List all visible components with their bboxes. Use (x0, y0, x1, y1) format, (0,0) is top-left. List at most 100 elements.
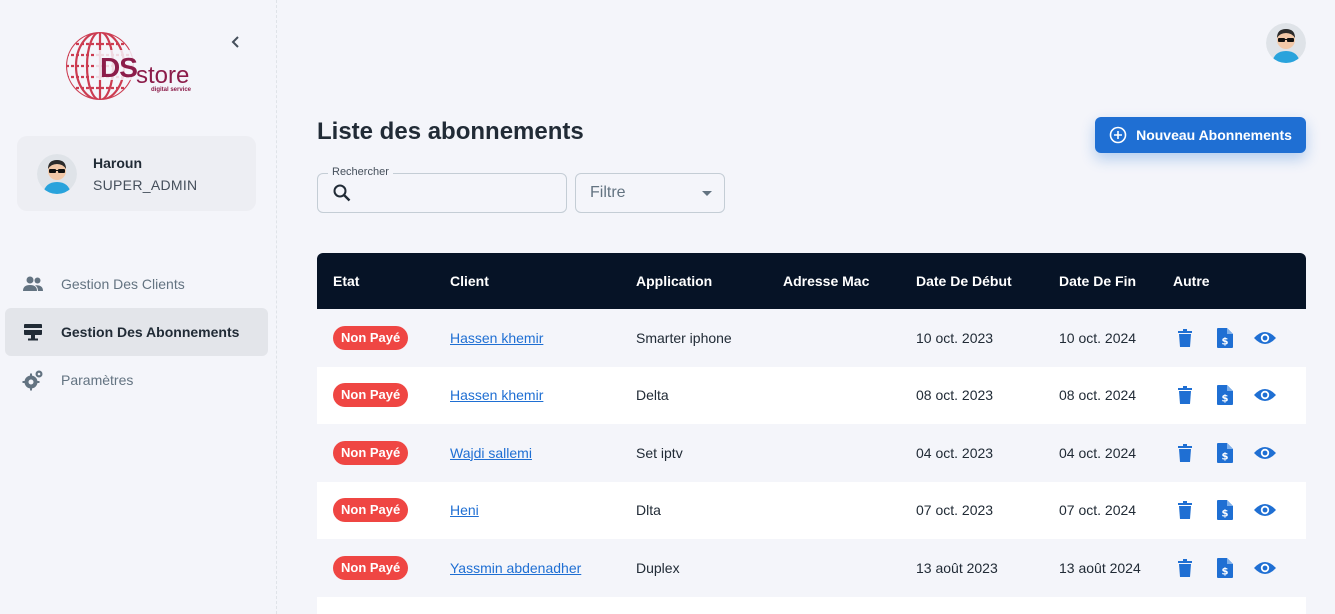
view-button[interactable] (1253, 556, 1277, 580)
table-header-row: Etat Client Application Adresse Mac Date… (317, 253, 1306, 309)
start-date-cell: 08 oct. 2023 (916, 387, 994, 404)
user-name: Haroun (93, 155, 142, 171)
gear-icon (21, 368, 45, 392)
invoice-button[interactable]: $ (1213, 326, 1237, 350)
account-avatar[interactable] (1266, 23, 1306, 63)
view-button[interactable] (1253, 326, 1277, 350)
end-date-cell: 13 août 2024 (1059, 559, 1141, 576)
avatar-icon (37, 154, 77, 194)
mac-cell (783, 367, 916, 425)
status-badge: Non Payé (333, 440, 409, 465)
column-header-etat[interactable]: Etat (317, 253, 450, 309)
column-header-actions: Autre (1173, 273, 1210, 289)
delete-button[interactable] (1173, 326, 1197, 350)
sidebar-item-clients[interactable]: Gestion Des Clients (5, 260, 268, 308)
chevron-left-icon (231, 36, 239, 48)
search-icon (333, 184, 351, 202)
client-link[interactable]: Yassmin abdenadher (450, 560, 581, 576)
column-header-client[interactable]: Client (450, 253, 636, 309)
client-link[interactable]: Hassen khemir (450, 387, 543, 403)
client-link[interactable]: Heni (450, 502, 479, 518)
sidebar-nav: Gestion Des Clients Gestion Des Abonneme… (5, 260, 268, 404)
svg-text:$: $ (1222, 509, 1229, 520)
client-link[interactable]: Hassen khemir (450, 330, 543, 346)
trash-icon (1178, 501, 1192, 520)
invoice-icon: $ (1217, 385, 1233, 406)
client-link[interactable]: Wajdi sallemi (450, 445, 532, 461)
user-role: SUPER_ADMIN (93, 177, 198, 193)
search-label: Rechercher (328, 166, 393, 178)
column-header-end-date[interactable]: Date De Fin (1059, 253, 1173, 309)
search-field[interactable]: Rechercher (317, 166, 567, 213)
eye-icon (1254, 389, 1276, 402)
logo-tagline: digital service (151, 87, 192, 93)
svg-text:$: $ (1222, 394, 1229, 405)
sidebar: DS store digital service Haroun SUPER_AD… (0, 0, 277, 614)
trash-icon (1178, 328, 1192, 347)
svg-text:$: $ (1222, 336, 1229, 347)
view-button[interactable] (1253, 441, 1277, 465)
trash-icon (1178, 386, 1192, 405)
mac-cell (783, 424, 916, 482)
application-cell: Dlta (636, 502, 661, 519)
sidebar-item-label: Gestion Des Abonnements (61, 324, 240, 340)
logo-ds-text: DS (100, 52, 138, 83)
invoice-icon: $ (1217, 500, 1233, 521)
start-date-cell: 04 oct. 2023 (916, 444, 994, 461)
delete-button[interactable] (1173, 498, 1197, 522)
start-date-cell: 13 août 2023 (916, 559, 998, 576)
search-input[interactable] (362, 182, 552, 204)
new-subscription-label: Nouveau Abonnements (1136, 127, 1292, 143)
new-subscription-button[interactable]: Nouveau Abonnements (1095, 117, 1306, 153)
people-icon (21, 272, 45, 296)
sidebar-item-parametres[interactable]: Paramètres (5, 356, 268, 404)
status-badge: Non Payé (333, 383, 409, 408)
sidebar-item-abonnements[interactable]: Gestion Des Abonnements (5, 308, 268, 356)
column-header-mac[interactable]: Adresse Mac (783, 253, 916, 309)
status-badge: Non Payé (333, 555, 409, 580)
application-cell: Delta (636, 387, 669, 404)
start-date-cell: 07 oct. 2023 (916, 502, 994, 519)
filter-select[interactable]: Filtre (575, 173, 725, 213)
mac-cell (783, 309, 916, 367)
invoice-icon: $ (1217, 442, 1233, 463)
page-title: Liste des abonnements (317, 118, 584, 145)
view-button[interactable] (1253, 498, 1277, 522)
table-row: Non Payé Wajdi sallemi Set iptv 04 oct. … (317, 424, 1306, 482)
table-row: Non Payé Hassen khemir Delta 08 oct. 202… (317, 366, 1306, 425)
invoice-icon: $ (1217, 557, 1233, 578)
application-cell: Smarter iphone (636, 329, 732, 346)
column-header-application[interactable]: Application (636, 253, 783, 309)
desktop-icon (21, 320, 45, 344)
svg-text:$: $ (1222, 566, 1229, 577)
subscriptions-table: Etat Client Application Adresse Mac Date… (317, 253, 1306, 614)
application-cell: Duplex (636, 559, 680, 576)
invoice-button[interactable]: $ (1213, 383, 1237, 407)
table-row: Non Payé Hassen khemir Smarter iphone 10… (317, 309, 1306, 367)
user-card[interactable]: Haroun SUPER_ADMIN (17, 136, 256, 211)
view-button[interactable] (1253, 383, 1277, 407)
invoice-button[interactable]: $ (1213, 441, 1237, 465)
eye-icon (1254, 446, 1276, 459)
eye-icon (1254, 561, 1276, 574)
caret-down-icon (702, 191, 712, 196)
avatar (37, 154, 77, 194)
invoice-button[interactable]: $ (1213, 498, 1237, 522)
delete-button[interactable] (1173, 556, 1197, 580)
sidebar-item-label: Gestion Des Clients (61, 276, 185, 292)
delete-button[interactable] (1173, 441, 1197, 465)
table-row: Non Payé Heni Dlta 07 oct. 2023 07 oct. … (317, 481, 1306, 539)
column-header-start-date[interactable]: Date De Début (916, 253, 1059, 309)
collapse-sidebar-button[interactable] (224, 30, 248, 54)
ds-store-logo[interactable]: DS store digital service (64, 28, 200, 106)
plus-circle-icon (1109, 126, 1127, 144)
eye-icon (1254, 504, 1276, 517)
invoice-icon: $ (1217, 327, 1233, 348)
filter-label: Filtre (590, 184, 626, 201)
invoice-button[interactable]: $ (1213, 556, 1237, 580)
status-badge: Non Payé (333, 325, 409, 350)
delete-button[interactable] (1173, 383, 1197, 407)
end-date-cell: 07 oct. 2024 (1059, 502, 1137, 519)
end-date-cell: 08 oct. 2024 (1059, 387, 1137, 404)
sidebar-item-label: Paramètres (61, 372, 134, 388)
